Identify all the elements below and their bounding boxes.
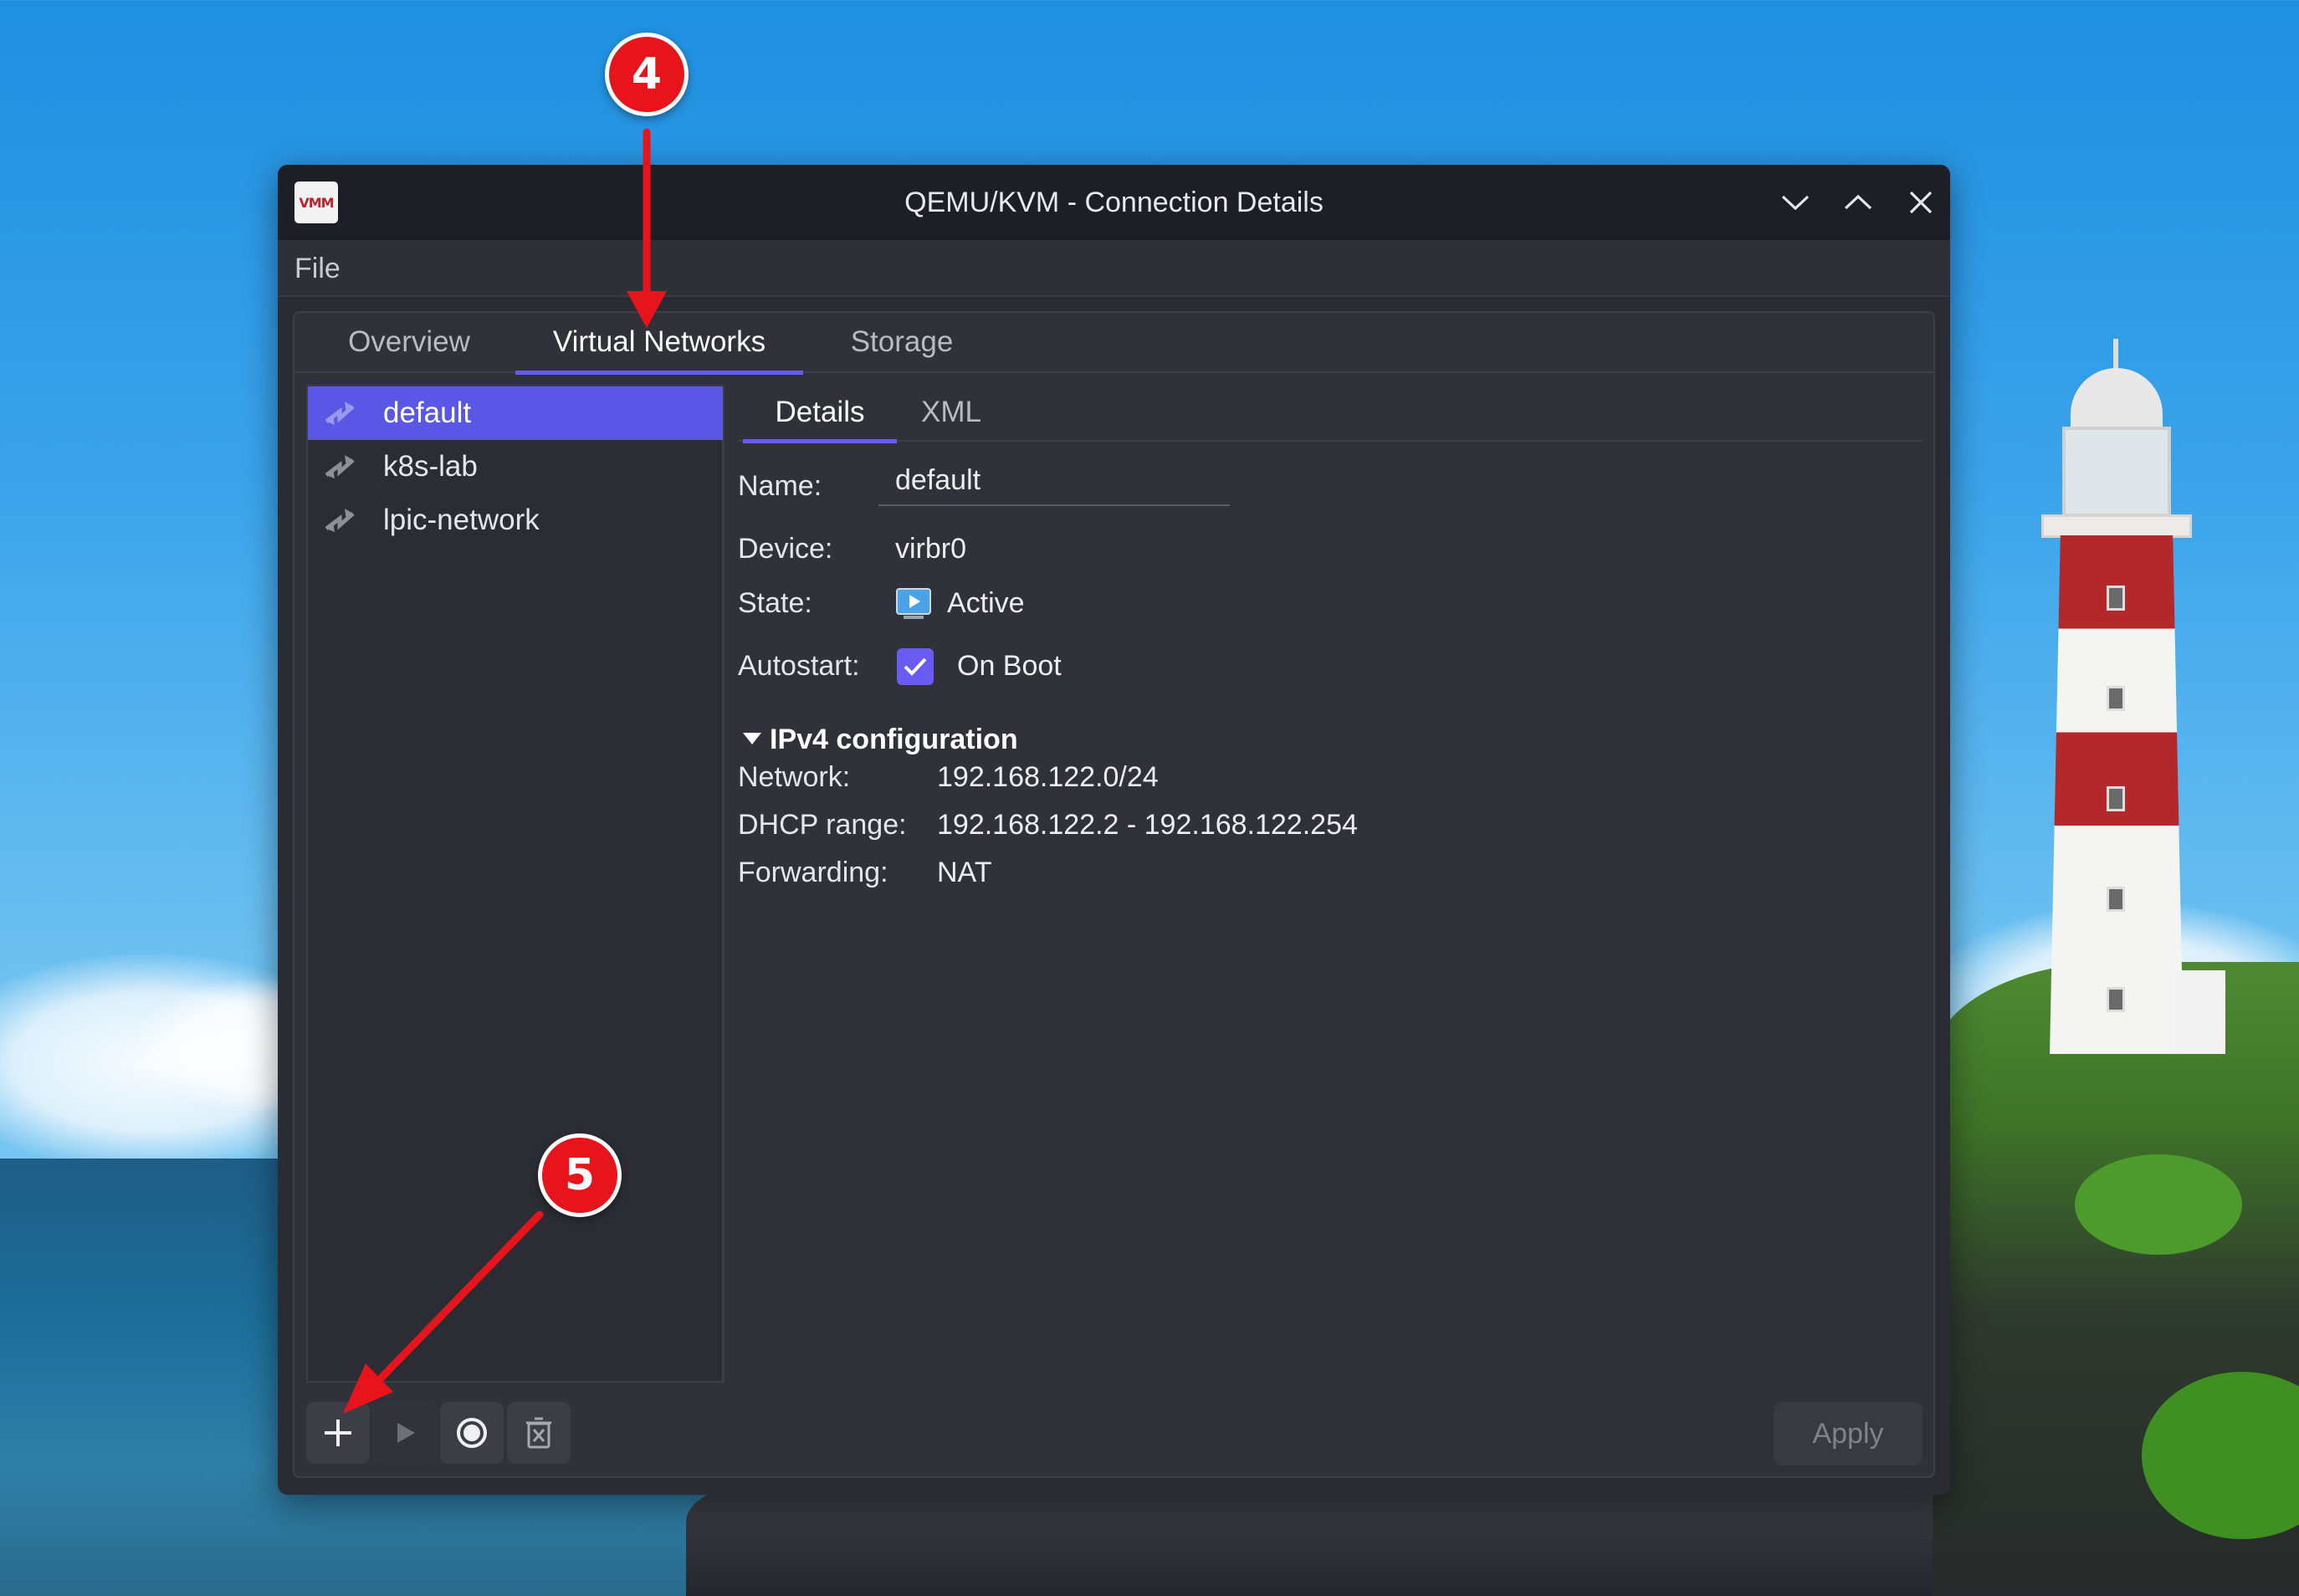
network-value: 192.168.122.0/24: [937, 761, 1159, 793]
expander-arrow-icon: [743, 733, 761, 745]
lighthouse: [2025, 335, 2225, 1054]
title-bar: VMM QEMU/KVM - Connection Details: [278, 165, 1950, 240]
detail-tab-bar: Details XML: [738, 385, 1923, 443]
dhcp-range-label: DHCP range:: [738, 809, 907, 841]
autostart-checkbox[interactable]: [897, 648, 934, 685]
ipv4-expander-title: IPv4 configuration: [770, 724, 1018, 755]
network-icon: [325, 509, 355, 532]
device-value: virbr0: [895, 533, 967, 565]
close-button[interactable]: [1898, 180, 1943, 225]
close-icon: [1909, 191, 1933, 214]
chevron-up-icon: [1844, 194, 1872, 210]
list-item-network-k8s-lab[interactable]: k8s-lab: [308, 440, 723, 494]
autostart-value[interactable]: On Boot: [957, 650, 1062, 683]
window-title: QEMU/KVM - Connection Details: [904, 186, 1324, 218]
forwarding-label: Forwarding:: [738, 857, 888, 888]
start-network-button[interactable]: [373, 1402, 437, 1464]
connection-details-window: VMM QEMU/KVM - Connection Details File O…: [278, 165, 1950, 1495]
play-icon: [397, 1423, 415, 1443]
stop-network-button[interactable]: [440, 1402, 504, 1464]
list-item-network-lpic-network[interactable]: lpic-network: [308, 494, 723, 547]
list-item-network-default[interactable]: default: [308, 386, 723, 440]
network-label: Network:: [738, 761, 851, 793]
name-label: Name:: [738, 470, 822, 502]
stop-icon: [457, 1418, 487, 1448]
bush: [2075, 1154, 2242, 1255]
tab-storage[interactable]: Storage: [817, 313, 987, 373]
menu-bar: File: [278, 240, 1950, 297]
device-label: Device:: [738, 533, 833, 565]
autostart-label: Autostart:: [738, 650, 860, 682]
tab-virtual-networks[interactable]: Virtual Networks: [515, 313, 803, 375]
dhcp-range-value: 192.168.122.2 - 192.168.122.254: [937, 809, 1358, 841]
tab-bar: Overview Virtual Networks Storage: [294, 313, 1933, 375]
network-list: default k8s-lab lpic-network: [306, 385, 725, 1383]
apply-button[interactable]: Apply: [1774, 1402, 1923, 1466]
annotation-badge-5: 5: [538, 1133, 622, 1217]
forwarding-value: NAT: [937, 857, 992, 888]
annotation-badge-4: 4: [605, 33, 689, 116]
minimize-button[interactable]: [1773, 180, 1818, 225]
network-icon: [325, 455, 355, 478]
state-value: Active: [947, 587, 1025, 619]
maximize-button[interactable]: [1836, 180, 1881, 225]
delete-icon: [526, 1417, 551, 1449]
state-label: State:: [738, 587, 812, 619]
state-active-icon: [896, 588, 931, 619]
network-icon: [325, 402, 355, 425]
checkmark-icon: [904, 657, 927, 676]
tab-xml[interactable]: XML: [905, 385, 997, 442]
tab-overview[interactable]: Overview: [318, 313, 500, 373]
network-name: default: [383, 396, 472, 429]
menu-file[interactable]: File: [294, 240, 340, 297]
network-name: k8s-lab: [383, 450, 478, 483]
network-name: lpic-network: [383, 504, 540, 536]
name-field[interactable]: [878, 456, 1230, 506]
add-network-button[interactable]: [306, 1402, 370, 1464]
plus-icon: [325, 1420, 351, 1446]
chevron-down-icon: [1781, 195, 1810, 211]
delete-network-button[interactable]: [507, 1402, 571, 1464]
ipv4-expander[interactable]: IPv4 configuration: [743, 724, 1018, 756]
tab-details[interactable]: Details: [743, 385, 897, 443]
